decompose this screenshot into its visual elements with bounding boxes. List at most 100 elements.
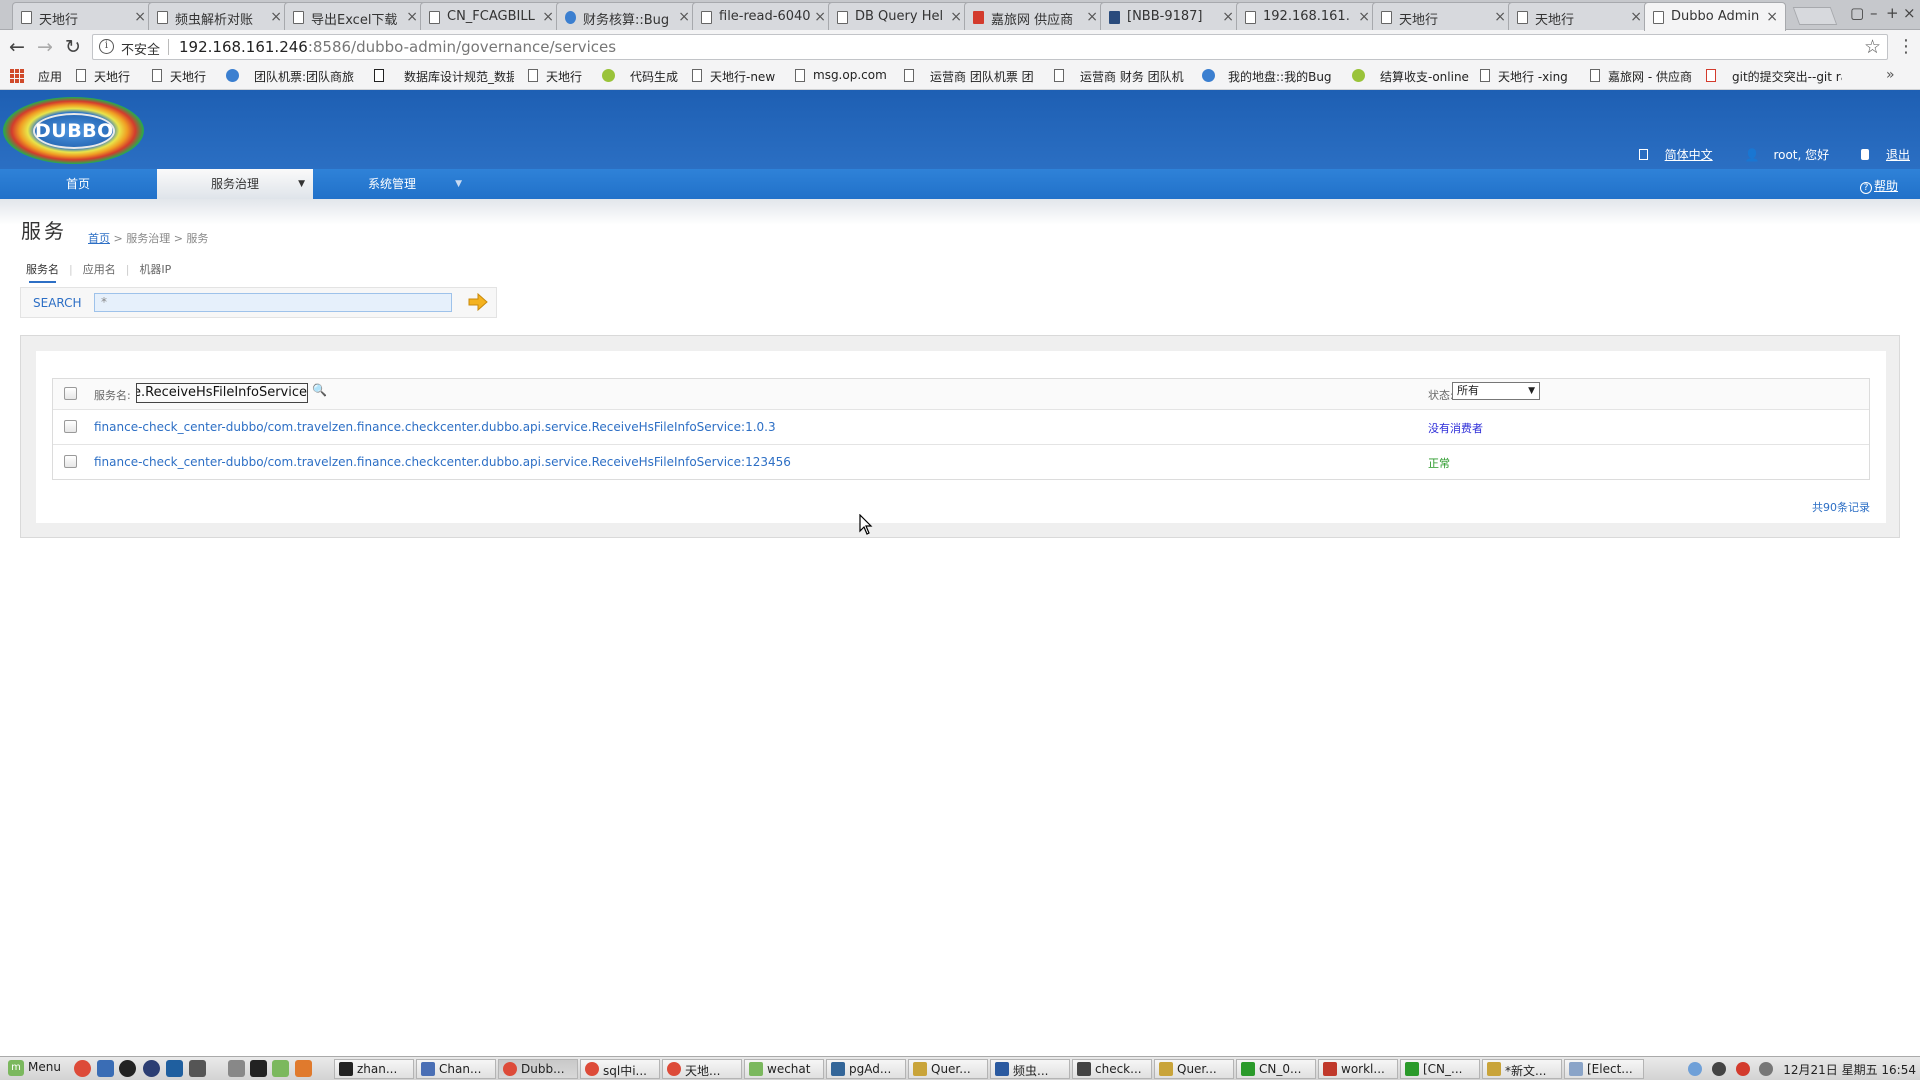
taskbar-window[interactable]: sql中i... [580, 1059, 660, 1079]
firefox-icon[interactable] [295, 1060, 312, 1077]
taskbar-window[interactable]: *新文... [1482, 1059, 1562, 1079]
bookmark-item[interactable]: msg.op.com [795, 68, 887, 82]
close-icon[interactable]: × [270, 9, 282, 25]
tool-icon[interactable] [1711, 1062, 1726, 1076]
service-link[interactable]: finance-check_center-dubbo/com.travelzen… [94, 455, 791, 469]
browser-tab-active[interactable]: Dubbo Admin × [1644, 2, 1786, 31]
search-icon[interactable]: 🔍 [312, 383, 327, 397]
service-link[interactable]: finance-check_center-dubbo/com.travelzen… [94, 420, 776, 434]
files-icon[interactable] [272, 1060, 289, 1077]
close-icon[interactable]: × [678, 9, 690, 25]
taskbar-window[interactable]: zhan... [334, 1059, 414, 1079]
close-icon[interactable]: × [1766, 9, 1778, 25]
taskbar-window[interactable]: Chan... [416, 1059, 496, 1079]
row-checkbox[interactable] [64, 455, 77, 468]
info-icon[interactable]: i [99, 39, 114, 54]
browser-tab[interactable]: 192.168.161. × [1236, 2, 1378, 30]
close-icon[interactable]: × [1630, 9, 1642, 25]
nav-item-system[interactable]: 系统管理 ▼ [314, 169, 470, 199]
close-icon[interactable]: × [134, 9, 146, 25]
help-link[interactable]: ? 帮助 [1859, 177, 1898, 194]
close-window-icon[interactable]: × [1903, 4, 1916, 22]
close-icon[interactable]: × [814, 9, 826, 25]
back-icon[interactable]: ← [6, 36, 28, 58]
browser-tab[interactable]: 频虫解析对账 × [148, 2, 290, 30]
taskbar-window[interactable]: Quer... [908, 1059, 988, 1079]
bookmark-item[interactable]: 结算收支-online [1352, 68, 1469, 85]
tab-service-name[interactable]: 服务名 [26, 261, 59, 283]
close-icon[interactable]: × [1086, 9, 1098, 25]
bookmark-item[interactable]: 团队机票:团队商旅 [226, 68, 354, 85]
new-tab-button[interactable] [1792, 7, 1838, 25]
show-desktop-icon[interactable] [228, 1060, 245, 1077]
browser-tab[interactable]: 财务核算::Bug × [556, 2, 698, 30]
browser-tab[interactable]: 天地行 × [1508, 2, 1650, 30]
user-icon[interactable]: ▢ [1850, 4, 1864, 22]
minimize-icon[interactable]: – [1870, 4, 1878, 22]
taskbar-window[interactable]: Quer... [1154, 1059, 1234, 1079]
bookmark-item[interactable]: 天地行-new [692, 68, 775, 85]
language-link[interactable]: 简体中文 [1625, 148, 1713, 162]
qq-icon[interactable] [119, 1060, 136, 1077]
taskbar-window[interactable]: pgAd... [826, 1059, 906, 1079]
taskbar-window[interactable]: check... [1072, 1059, 1152, 1079]
browser-tab[interactable]: CN_FCAGBILL × [420, 2, 562, 30]
menu-kebab-icon[interactable]: ⋮ [1897, 36, 1915, 57]
browser-tab[interactable]: [NBB-9187] × [1100, 2, 1242, 30]
reload-icon[interactable]: ↻ [62, 36, 84, 58]
bookmark-item[interactable]: git的提交突出--git ra [1706, 68, 1842, 85]
terminal-icon[interactable] [189, 1060, 206, 1077]
url-field[interactable]: i 不安全 192.168.161.246:8586/dubbo-admin/g… [92, 34, 1888, 60]
browser-tab[interactable]: file-read-6040 × [692, 2, 834, 30]
logout-link[interactable]: 退出 [1847, 148, 1910, 162]
bookmark-star-icon[interactable]: ☆ [1864, 36, 1881, 58]
bookmark-item[interactable]: 天地行 [76, 68, 130, 85]
jetbrains-icon[interactable] [166, 1060, 183, 1077]
dubbo-logo[interactable]: DUBBO [3, 97, 144, 164]
close-icon[interactable]: × [1358, 9, 1370, 25]
close-icon[interactable]: × [950, 9, 962, 25]
search-input[interactable]: * [94, 293, 452, 312]
taskbar-window[interactable]: workl... [1318, 1059, 1398, 1079]
start-menu-button[interactable]: m Menu [8, 1060, 61, 1076]
browser-tab[interactable]: DB Query Hel × [828, 2, 970, 30]
more-bookmarks-icon[interactable]: » [1886, 67, 1895, 83]
taskbar-window[interactable]: wechat [744, 1059, 824, 1079]
forward-icon[interactable]: → [34, 36, 56, 58]
apps-icon[interactable] [10, 69, 24, 83]
eclipse-icon[interactable] [143, 1060, 160, 1077]
bookmark-item[interactable]: 嘉旅网 - 供应商 [1590, 68, 1692, 85]
volume-icon[interactable] [1759, 1062, 1774, 1076]
bookmark-item[interactable]: 运营商 团队机票 团 [904, 68, 1034, 85]
tab-machine-ip[interactable]: 机器IP [139, 261, 171, 277]
taskbar-window[interactable]: [CN_... [1400, 1059, 1480, 1079]
nav-item-governance[interactable]: 服务治理 ▼ [157, 169, 313, 199]
taskbar-window[interactable]: [Elect... [1564, 1059, 1644, 1079]
status-filter-select[interactable]: 所有 ▼ [1452, 382, 1540, 400]
close-icon[interactable]: × [1222, 9, 1234, 25]
network-icon[interactable] [1687, 1062, 1702, 1076]
taskbar-window[interactable]: CN_0... [1236, 1059, 1316, 1079]
close-icon[interactable]: × [542, 9, 554, 25]
browser-tab[interactable]: 天地行 × [1372, 2, 1514, 30]
bookmark-item[interactable]: 运营商 财务 团队机 [1054, 68, 1184, 85]
close-icon[interactable]: × [406, 9, 418, 25]
terminal-icon[interactable] [250, 1060, 267, 1077]
select-all-checkbox[interactable] [64, 387, 77, 400]
bookmark-item[interactable]: 数据库设计规范_数据 [374, 68, 514, 85]
browser-tab[interactable]: 天地行 × [12, 2, 154, 30]
row-checkbox[interactable] [64, 420, 77, 433]
chrome-icon[interactable] [74, 1060, 91, 1077]
search-go-arrow-icon[interactable] [468, 293, 488, 311]
browser-tab[interactable]: 导出Excel下载 × [284, 2, 426, 30]
tab-application-name[interactable]: 应用名 [83, 261, 116, 277]
taskbar-window-active[interactable]: Dubb... [498, 1059, 578, 1079]
bookmark-item[interactable]: 天地行 -xing [1480, 68, 1568, 85]
close-icon[interactable]: × [1494, 9, 1506, 25]
bookmark-item[interactable]: 应用 [26, 68, 62, 85]
service-filter-input[interactable]: finance-check_center-dubbo/com.travelzen… [136, 383, 308, 403]
firefox-icon[interactable] [97, 1060, 114, 1077]
bookmark-item[interactable]: 天地行 [152, 68, 206, 85]
bookmark-item[interactable]: 天地行 [528, 68, 582, 85]
taskbar-window[interactable]: 天地... [662, 1059, 742, 1079]
